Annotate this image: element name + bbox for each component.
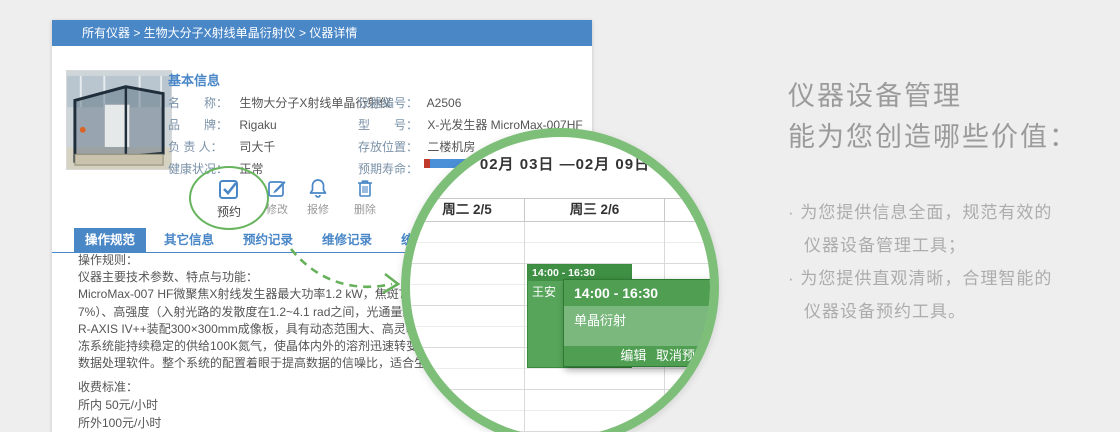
field-lifespan: 预期寿命： (358, 162, 419, 176)
breadcrumb-text: 所有仪器 > 生物大分子X射线单晶衍射仪 > 仪器详情 (82, 26, 358, 40)
basic-info-title: 基本信息 (168, 73, 221, 88)
popup-edit-link[interactable]: 编辑 (620, 348, 646, 363)
fee-standard-text: 收费标准： 所内 50元/小时 所外100元/小时 (78, 378, 161, 432)
popup-title-label: 单晶衍射 (564, 306, 710, 346)
fee-title: 收费标准： (78, 380, 139, 394)
dashed-arrow (289, 248, 401, 295)
reservation-popup: 14:00 - 16:30 单晶衍射 编辑 取消预约 (563, 279, 710, 368)
promo-bullet-2-line2: 仪器设备预约工具。 (804, 302, 966, 321)
reserve-label: 预约 (216, 204, 241, 219)
repair-button[interactable]: 报修 (296, 178, 340, 217)
tab-other-info[interactable]: 其它信息 (153, 228, 225, 252)
repair-bell-icon (309, 179, 327, 198)
promo-bullet-1-line2: 仪器设备管理工具； (804, 236, 966, 255)
delete-trash-icon (358, 180, 372, 197)
calendar-day-header-row: 周二 2/5 周三 2/6 周四 (410, 198, 710, 223)
promo-title-line1: 仪器设备管理 (788, 81, 962, 111)
equipment-photo-drawing (67, 71, 171, 169)
edit-button[interactable]: 修改 (255, 178, 299, 217)
edit-label: 修改 (266, 204, 288, 216)
popup-cancel-link[interactable]: 取消预约 (656, 348, 708, 363)
promo-title-line2: 能为您创造哪些价值： (788, 122, 1078, 152)
promo-title: 仪器设备管理 能为您创造哪些价值： (788, 76, 1078, 158)
popup-time-label: 14:00 - 16:30 (574, 285, 659, 301)
field-manager: 负 责 人： 司大千 (168, 140, 276, 154)
breadcrumb[interactable]: 所有仪器 > 生物大分子X射线单晶衍射仪 > 仪器详情 (52, 20, 592, 46)
fee-external: 所外100元/小时 (78, 416, 162, 430)
repair-label: 报修 (307, 204, 329, 216)
field-brand: 品 牌： Rigaku (168, 118, 277, 132)
equipment-photo (66, 70, 172, 170)
edit-icon (268, 181, 286, 197)
tab-operation-rules[interactable]: 操作规范 (74, 228, 147, 252)
promo-bullet-2-line1: · 为您提供直观清晰，合理智能的 (788, 269, 1053, 288)
promo-bullet-1-line1: · 为您提供信息全面，规范有效的 (788, 203, 1053, 222)
reserve-checkbox-icon (219, 179, 238, 199)
day-header-tue: 周二 2/5 (442, 202, 492, 217)
delete-label: 删除 (354, 204, 376, 216)
popup-actions: 编辑 取消预约 (564, 346, 710, 368)
calendar-magnifier: 02月 03日 —02月 09日 周二 2/5 周三 2/6 周四 14:00 … (401, 128, 719, 432)
calendar-week-range: 02月 03日 —02月 09日 (479, 156, 651, 173)
field-serial: 仪器编号： A2506 (358, 96, 462, 110)
calendar-column-divider (524, 222, 525, 432)
delete-button[interactable]: 删除 (343, 178, 387, 217)
fee-internal: 所内 50元/小时 (78, 398, 159, 412)
screenshot-canvas: 所有仪器 > 生物大分子X射线单晶衍射仪 > 仪器详情 基本信息 名 称： 生物… (0, 0, 1120, 432)
promo-bullets: · 为您提供信息全面，规范有效的 仪器设备管理工具； · 为您提供直观清晰，合理… (788, 196, 1052, 328)
day-header-wed: 周三 2/6 (524, 199, 664, 223)
day-header-thu: 周四 (664, 199, 710, 223)
